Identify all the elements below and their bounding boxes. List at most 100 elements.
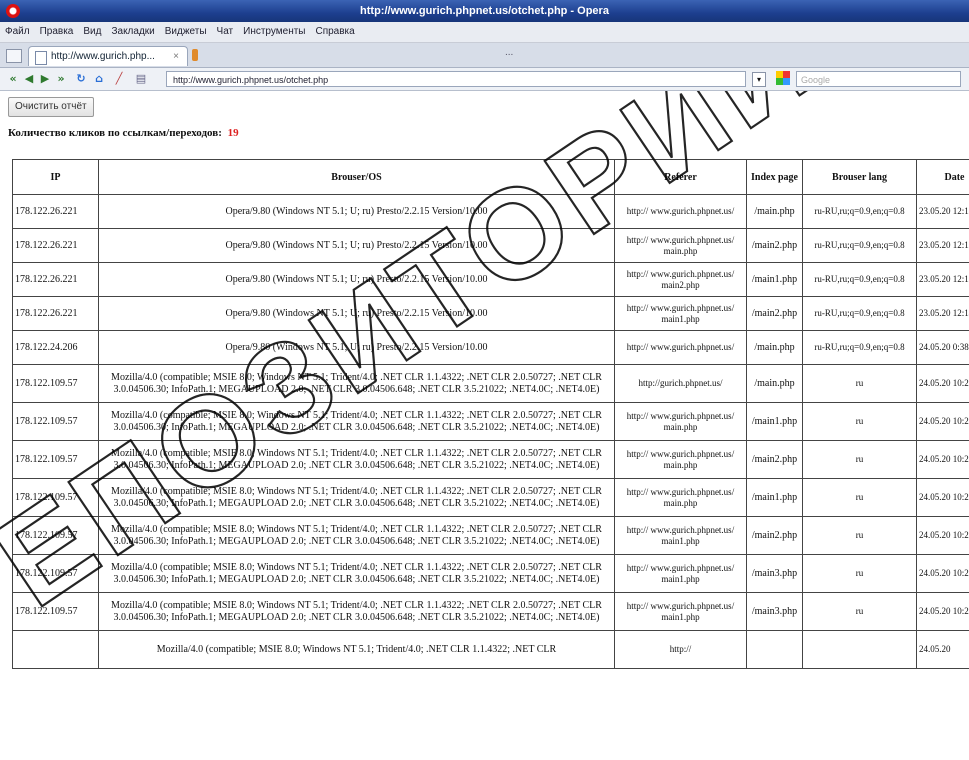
forward-icon[interactable]: ▶ [38, 72, 52, 86]
table-header-row: IP Brouser/OS Referer Index page Brouser lan… [12, 159, 969, 195]
date-cell: 24.05.20 10:20: [916, 516, 969, 555]
table-row: 178.122.109.57 Mozilla/4.0 (compatible; M… [12, 592, 969, 631]
useragent-cell: Mozilla/4.0 (compatible; MSIE 8.0; Windo… [98, 440, 615, 479]
lang-cell: ru [802, 364, 917, 403]
page-icon [35, 51, 47, 65]
referer-cell: http://gurich.phpnet.us/ [614, 364, 747, 403]
date-cell: 24.05.20 10:20: [916, 440, 969, 479]
ip-cell: 178.122.109.57 [12, 592, 99, 631]
referer-cell: http:// www.gurich.phpnet.us/ main1.php [614, 592, 747, 631]
ip-cell: 178.122.109.57 [12, 478, 99, 517]
column-header[interactable]: IP [12, 159, 99, 195]
menu-item[interactable]: Вид [78, 22, 106, 42]
table-row: 178.122.109.57 Mozilla/4.0 (compatible; M… [12, 554, 969, 593]
lang-cell: ru [802, 440, 917, 479]
menu-item[interactable]: Файл [0, 22, 35, 42]
menu-item[interactable]: Правка [35, 22, 79, 42]
table-row: 178.122.109.57 Mozilla/4.0 (compatible; M… [12, 516, 969, 555]
useragent-cell: Mozilla/4.0 (compatible; MSIE 8.0; Windo… [98, 478, 615, 517]
lang-cell: ru-RU,ru;q=0.9,en;q=0.8 [802, 194, 917, 229]
referer-cell: http:// www.gurich.phpnet.us/ main.php [614, 478, 747, 517]
clear-report-button[interactable]: Очистить отчёт [8, 97, 94, 117]
lang-cell: ru [802, 516, 917, 555]
referer-cell: http:// www.gurich.phpnet.us/ main2.php [614, 262, 747, 297]
date-cell: 24.05.20 [916, 630, 969, 669]
panel-toggle-icon[interactable] [6, 49, 22, 63]
date-cell: 23.05.20 12:14: [916, 296, 969, 331]
address-input[interactable]: http://www.gurich.phpnet.us/otchet.php [166, 71, 746, 87]
menu-item[interactable]: Справка [310, 22, 359, 42]
table-row: 178.122.24.206 Opera/9.80 (Windows NT 5.1… [12, 330, 969, 365]
page-cell: /main2.php [746, 296, 803, 331]
page-cell [746, 630, 803, 669]
wand-icon[interactable]: ╱ [112, 72, 126, 86]
column-header[interactable]: Date [916, 159, 969, 195]
lang-cell [802, 630, 917, 669]
new-tab-button[interactable] [192, 49, 198, 61]
lang-cell: ru-RU,ru;q=0.9,en;q=0.8 [802, 262, 917, 297]
ip-cell [12, 630, 99, 669]
page-cell: /main1.php [746, 262, 803, 297]
click-count: Количество кликов по ссылкам/переходов: … [8, 127, 239, 139]
page-cell: /main.php [746, 364, 803, 403]
search-input[interactable]: Google [796, 71, 961, 87]
tab-overflow-indicator[interactable]: ... [505, 47, 513, 58]
useragent-cell: Mozilla/4.0 (compatible; MSIE 8.0; Windo… [98, 516, 615, 555]
useragent-cell: Opera/9.80 (Windows NT 5.1; U; ru) Prest… [98, 296, 615, 331]
first-icon[interactable]: « [6, 72, 20, 86]
click-count-value: 19 [227, 127, 239, 139]
ip-cell: 178.122.109.57 [12, 440, 99, 479]
page-cell: /main1.php [746, 402, 803, 441]
menu-item[interactable]: Чат [212, 22, 239, 42]
tab-close-icon[interactable]: × [173, 47, 179, 67]
window-titlebar: http://www.gurich.phpnet.us/otchet.php -… [0, 0, 969, 22]
home-icon[interactable]: ⌂ [92, 72, 106, 86]
opera-logo-icon[interactable] [6, 4, 20, 18]
referer-cell: http:// [614, 630, 747, 669]
ip-cell: 178.122.109.57 [12, 554, 99, 593]
tab-active[interactable]: http://www.gurich.php... × [28, 46, 188, 66]
page-cell: /main.php [746, 194, 803, 229]
lang-cell: ru [802, 554, 917, 593]
column-header[interactable]: Brouser/OS [98, 159, 615, 195]
date-cell: 24.05.20 10:20: [916, 592, 969, 631]
address-dropdown-icon[interactable]: ▾ [752, 72, 766, 87]
reload-icon[interactable]: ↻ [74, 72, 88, 86]
menu-item[interactable]: Инструменты [238, 22, 310, 42]
page-cell: /main2.php [746, 228, 803, 263]
column-header[interactable]: Index page [746, 159, 803, 195]
ip-cell: 178.122.26.221 [12, 228, 99, 263]
useragent-cell: Mozilla/4.0 (compatible; MSIE 8.0; Windo… [98, 402, 615, 441]
date-cell: 24.05.20 10:20: [916, 554, 969, 593]
useragent-cell: Opera/9.80 (Windows NT 5.1; U; ru) Prest… [98, 228, 615, 263]
ip-cell: 178.122.26.221 [12, 262, 99, 297]
page-cell: /main1.php [746, 478, 803, 517]
page-cell: /main3.php [746, 592, 803, 631]
menu-item[interactable]: Закладки [106, 22, 159, 42]
last-icon[interactable]: » [54, 72, 68, 86]
page-cell: /main2.php [746, 440, 803, 479]
column-header[interactable]: Brouser lang [802, 159, 917, 195]
date-cell: 24.05.20 0:38:4 [916, 330, 969, 365]
useragent-cell: Mozilla/4.0 (compatible; MSIE 8.0; Windo… [98, 364, 615, 403]
table-row: 178.122.26.221 Opera/9.80 (Windows NT 5.1… [12, 228, 969, 263]
useragent-cell: Opera/9.80 (Windows NT 5.1; U; ru) Prest… [98, 194, 615, 229]
address-toolbar: « ◀ ▶ » ↻ ⌂ ╱ ▤ http://www.gurich.phpnet… [0, 68, 969, 91]
useragent-cell: Mozilla/4.0 (compatible; MSIE 8.0; Windo… [98, 554, 615, 593]
column-header[interactable]: Referer [614, 159, 747, 195]
menu-item[interactable]: Виджеты [160, 22, 212, 42]
date-cell: 23.05.20 12:13: [916, 228, 969, 263]
back-icon[interactable]: ◀ [22, 72, 36, 86]
referer-cell: http:// www.gurich.phpnet.us/ main.php [614, 228, 747, 263]
useragent-cell: Opera/9.80 (Windows NT 5.1; U; ru) Prest… [98, 330, 615, 365]
useragent-cell: Mozilla/4.0 (compatible; MSIE 8.0; Windo… [98, 592, 615, 631]
search-engine-icon[interactable] [776, 71, 790, 85]
visits-table: IP Brouser/OS Referer Index page Brouser lan… [12, 159, 969, 669]
page-cell: /main3.php [746, 554, 803, 593]
ip-cell: 178.122.26.221 [12, 296, 99, 331]
lang-cell: ru-RU,ru;q=0.9,en;q=0.8 [802, 330, 917, 365]
ip-cell: 178.122.109.57 [12, 364, 99, 403]
page-info-icon[interactable]: ▤ [134, 72, 148, 86]
table-row: 178.122.109.57 Mozilla/4.0 (compatible; M… [12, 402, 969, 441]
lang-cell: ru [802, 478, 917, 517]
